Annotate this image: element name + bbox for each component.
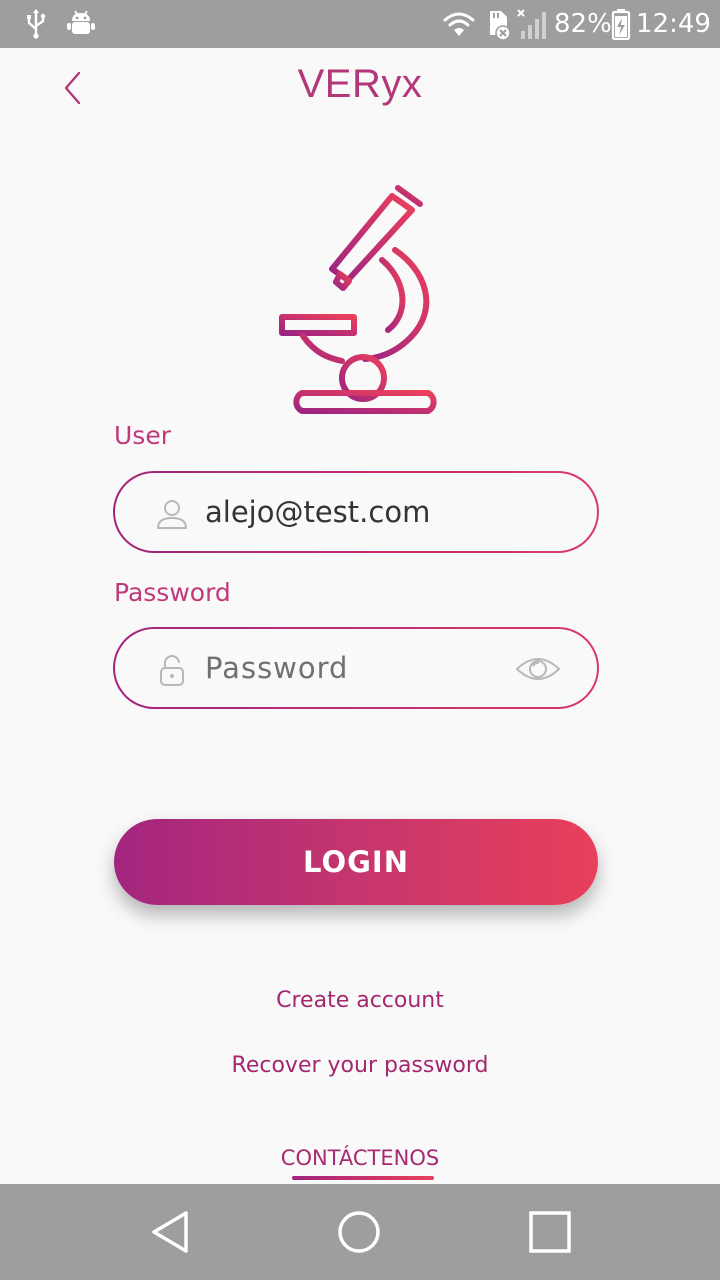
user-icon <box>156 500 188 529</box>
status-time: 12:49 <box>636 9 711 39</box>
sd-card-icon <box>484 0 512 48</box>
battery-charging-icon <box>610 0 632 48</box>
show-password-button[interactable] <box>515 651 561 687</box>
no-signal-icon <box>514 0 550 48</box>
usb-icon <box>20 0 52 48</box>
android-debug-icon <box>64 0 98 48</box>
app-title: VERyx <box>297 62 423 106</box>
login-button[interactable]: LOGIN <box>114 819 598 905</box>
nav-back-button[interactable] <box>122 1184 218 1280</box>
square-recents-icon <box>529 1211 571 1253</box>
password-field[interactable] <box>113 627 599 709</box>
contact-link[interactable]: CONTÁCTENOS <box>272 1146 448 1170</box>
nav-home-button[interactable] <box>311 1184 407 1280</box>
nav-recents-button[interactable] <box>502 1184 598 1280</box>
circle-home-icon <box>338 1211 380 1253</box>
lock-icon <box>160 655 184 686</box>
battery-percent: 82% <box>554 9 612 39</box>
user-field[interactable] <box>113 471 599 553</box>
password-label: Password <box>114 578 231 607</box>
navigation-bar <box>0 1184 720 1280</box>
eye-icon <box>515 658 561 680</box>
recover-password-link[interactable]: Recover your password <box>0 1053 720 1078</box>
contact-underline <box>292 1176 434 1180</box>
user-input[interactable] <box>205 473 505 551</box>
create-account-link[interactable]: Create account <box>0 988 720 1013</box>
triangle-back-icon <box>152 1211 188 1253</box>
user-label: User <box>114 421 171 450</box>
wifi-icon <box>440 0 478 48</box>
microscope-icon <box>279 185 437 414</box>
status-bar: 82% 12:49 <box>0 0 720 48</box>
password-input[interactable] <box>205 629 505 707</box>
